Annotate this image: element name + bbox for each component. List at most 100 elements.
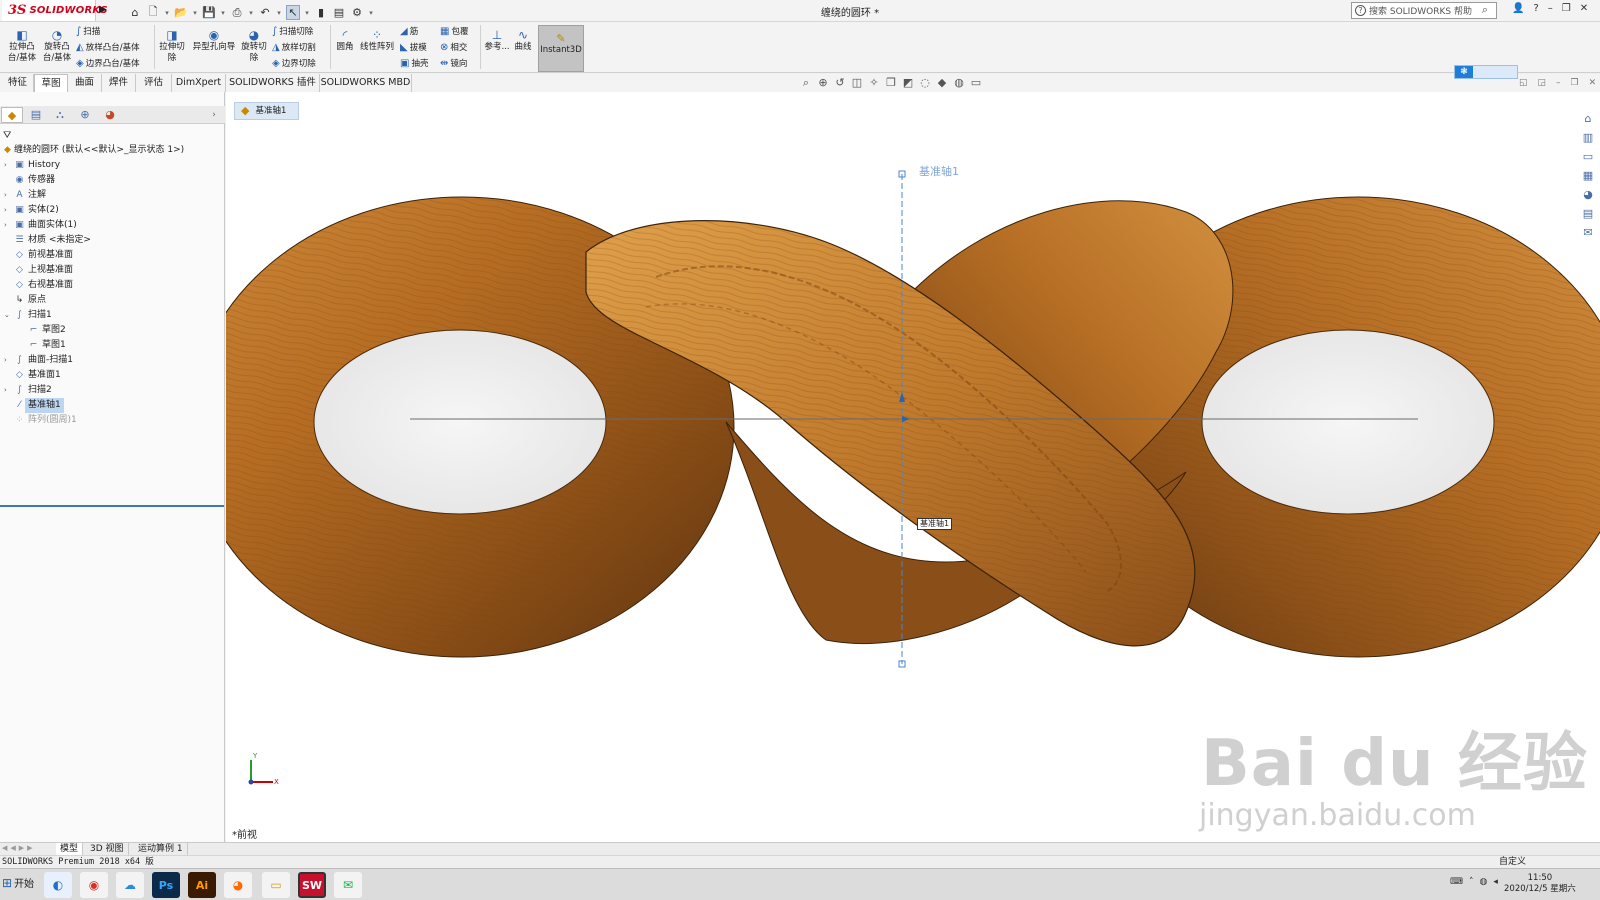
viewport-minimize-icon[interactable]: – [1556,78,1561,88]
file-properties-icon[interactable]: ▤ [332,6,346,19]
display-style-icon[interactable]: ◩ [902,76,914,90]
chrome-icon[interactable]: ◉ [80,872,108,898]
design-library-icon[interactable]: ▥ [1583,131,1593,144]
filter-icon[interactable]: ⛛ [3,130,11,141]
tree-item-sketch1[interactable]: ⌐ 草图1 [0,338,225,353]
tab-surfaces[interactable]: 曲面 [68,74,102,92]
tree-item-surface-bodies[interactable]: › ▣ 曲面实体(1) [0,218,225,233]
menu-expand-arrow-icon[interactable]: ▶ [99,4,107,15]
feature-manager-tab-icon[interactable]: ◆ [1,107,23,123]
view-orientation-icon[interactable]: ❒ [885,76,897,90]
expand-arrow-icon[interactable]: › [4,203,7,218]
sweep-button[interactable]: ∫ 扫描 [76,26,100,38]
zoom-to-area-icon[interactable]: ⊕ [817,76,829,90]
dynamic-annotation-icon[interactable]: ✧ [868,76,880,90]
edit-appearance-icon[interactable]: ◆ [936,76,948,90]
hole-wizard-button[interactable]: ◉ 异型孔向导 [190,29,238,53]
tree-item-right-plane[interactable]: ◇ 右视基准面 [0,278,225,293]
section-view-icon[interactable]: ◫ [851,76,863,90]
wrap-button[interactable]: ▦ 包覆 [440,26,468,38]
tab-solidworks-addins[interactable]: SOLIDWORKS 插件 [226,74,320,92]
solidworks-resources-icon[interactable]: ⌂ [1585,112,1592,125]
custom-properties-icon[interactable]: ▤ [1583,207,1593,220]
rollback-bar[interactable] [0,505,224,507]
appearances-icon[interactable]: ◕ [1583,188,1593,201]
revolve-boss-button[interactable]: ◔ 旋转凸 台/基体 [41,29,73,64]
home-icon[interactable]: ⌂ [128,6,142,19]
chevron-down-icon[interactable]: ▾ [220,9,226,17]
extrude-boss-button[interactable]: ◧ 拉伸凸 台/基体 [6,29,38,64]
intersect-button[interactable]: ⊗ 相交 [440,42,467,54]
viewport-split-icon[interactable]: ◲ [1538,78,1547,88]
tree-item-sketch2[interactable]: ⌐ 草图2 [0,323,225,338]
fillet-button[interactable]: ◜ 圆角 [334,29,356,53]
boundary-cut-button[interactable]: ◈ 边界切除 [272,58,316,70]
linear-pattern-button[interactable]: ⁘ 线性阵列 [358,29,396,53]
draft-button[interactable]: ◣ 拔模 [400,42,427,54]
collapse-arrow-icon[interactable]: ⌄ [4,308,10,323]
selection-breadcrumb[interactable]: ◆ 基准轴1 [234,102,300,120]
configuration-manager-tab-icon[interactable]: ⛬ [49,107,71,123]
reference-geometry-button[interactable]: ⊥ 参考... [484,29,510,53]
tree-item-plane1[interactable]: ◇ 基准面1 [0,368,225,383]
tab-features[interactable]: 特征 [2,74,34,92]
tray-expand-icon[interactable]: ˄ [1469,877,1474,887]
expand-arrow-icon[interactable]: › [4,383,7,398]
chevron-down-icon[interactable]: ▾ [164,9,170,17]
open-folder-icon[interactable]: 📂 [174,6,188,19]
dimxpert-manager-tab-icon[interactable]: ⊕ [74,107,96,123]
tree-item-top-plane[interactable]: ◇ 上视基准面 [0,263,225,278]
tab-evaluate[interactable]: 评估 [136,74,172,92]
expand-arrow-icon[interactable]: › [4,353,7,368]
help-button[interactable]: ? [1533,3,1538,14]
new-document-icon[interactable]: 🗋 [146,3,160,22]
mirror-button[interactable]: ⇹ 镜向 [440,58,467,70]
shell-button[interactable]: ▣ 抽壳 [400,58,428,70]
tab-solidworks-mbd[interactable]: SOLIDWORKS MBD [320,74,412,92]
tree-item-annotations[interactable]: › A 注解 [0,188,225,203]
options-gear-icon[interactable]: ⚙ [350,6,364,19]
tab-dimxpert[interactable]: DimXpert [172,74,226,92]
curves-button[interactable]: ∿ 曲线 [512,29,534,53]
panel-scroll-right-icon[interactable]: › [203,107,225,123]
chevron-down-icon[interactable]: ▾ [304,9,310,17]
keyboard-icon[interactable]: ⌨ [1450,877,1463,887]
print-icon[interactable]: ⎙ [230,6,244,20]
system-clock[interactable]: 11:50 2020/12/5 星期六 [1504,873,1576,895]
tree-item-axis1[interactable]: ⁄ 基准轴1 [0,398,225,413]
wechat-icon[interactable]: ✉ [334,872,362,898]
tree-item-sensors[interactable]: ◉ 传感器 [0,173,225,188]
file-explorer-icon[interactable]: ▭ [1583,150,1593,163]
loft-boss-button[interactable]: ◭ 放样凸台/基体 [76,42,140,54]
firefox-icon[interactable]: ◕ [224,872,252,898]
units-selector[interactable]: 自定义 [1499,856,1526,868]
help-search-input[interactable]: ? 搜索 SOLIDWORKS 帮助 ⌕ [1351,2,1497,19]
chevron-down-icon[interactable]: ▾ [192,9,198,17]
property-manager-tab-icon[interactable]: ▤ [25,107,47,123]
tab-sketch[interactable]: 草图 [34,74,68,92]
photoshop-icon[interactable]: Ps [152,872,180,898]
chevron-down-icon[interactable]: ▾ [276,9,282,17]
network-icon[interactable]: ◍ [1480,877,1488,887]
tab-scroll-arrows-icon[interactable]: ◀◀▶▶ [2,844,36,852]
tab-weldments[interactable]: 焊件 [102,74,136,92]
select-cursor-icon[interactable]: ↖ [286,5,300,20]
save-icon[interactable]: 💾 [202,6,216,19]
expand-arrow-icon[interactable]: › [4,158,7,173]
tree-item-sweep1[interactable]: ⌄ ∫ 扫描1 [0,308,225,323]
viewport-close-icon[interactable]: ✕ [1589,78,1597,88]
tree-root[interactable]: ◆ 缠绕的圆环 (默认<<默认>_显示状态 1>) [0,143,225,158]
rebuild-icon[interactable]: ▮ [314,6,328,19]
solidworks-taskbar-icon[interactable]: SW [298,872,326,898]
tree-item-front-plane[interactable]: ◇ 前视基准面 [0,248,225,263]
boundary-boss-button[interactable]: ◈ 边界凸台/基体 [76,58,140,70]
feedback-widget[interactable]: ❃ [1454,65,1518,79]
tree-item-circular-pattern1[interactable]: ⁘ 阵列(圆周)1 [0,413,225,428]
close-icon[interactable]: ✕ [1580,3,1588,14]
instant3d-button[interactable]: ✎ Instant3D [538,25,584,72]
graphics-area[interactable]: ◆ 基准轴1 基准轴1 基准轴1 Y X *前视 ⌂ ▥ ▭ ▦ ◕ ▤ ✉ B… [226,92,1600,842]
tree-item-surface-sweep1[interactable]: › ∫ 曲面-扫描1 [0,353,225,368]
revolve-cut-button[interactable]: ◕ 旋转切 除 [240,29,268,64]
viewport-restore-icon[interactable]: ❐ [1571,78,1579,88]
loft-cut-button[interactable]: ◮ 放样切割 [272,42,316,54]
